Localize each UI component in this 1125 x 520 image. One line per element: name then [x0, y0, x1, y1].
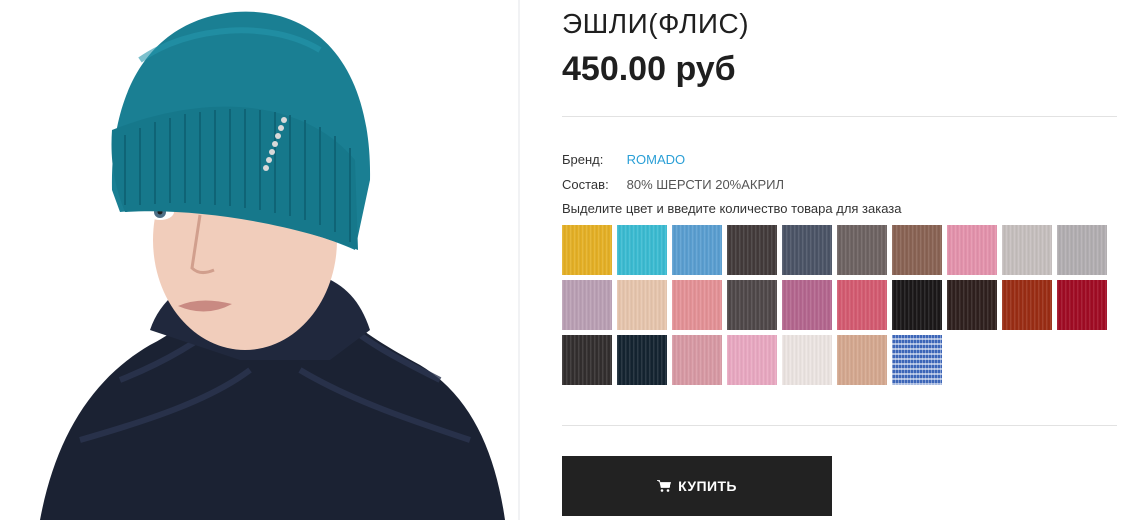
composition-value: 80% ШЕРСТИ 20%АКРИЛ: [626, 177, 785, 192]
color-swatch[interactable]: [837, 335, 887, 385]
buy-button[interactable]: КУПИТЬ: [562, 456, 832, 516]
brand-label: Бренд:: [562, 152, 604, 167]
product-photo[interactable]: [0, 0, 518, 520]
color-swatch[interactable]: [727, 280, 777, 330]
color-swatch[interactable]: [837, 280, 887, 330]
cart-icon: [657, 480, 672, 492]
product-photo-illustration: [40, 11, 505, 520]
color-swatch[interactable]: [782, 225, 832, 275]
color-swatch[interactable]: [617, 225, 667, 275]
color-swatch[interactable]: [782, 335, 832, 385]
color-swatch[interactable]: [892, 335, 942, 385]
color-swatch[interactable]: [562, 225, 612, 275]
composition-label: Состав:: [562, 177, 609, 192]
color-swatch[interactable]: [727, 225, 777, 275]
photo-divider: [518, 0, 520, 520]
color-selection-hint: Выделите цвет и введите количество товар…: [562, 201, 902, 216]
color-swatch[interactable]: [672, 335, 722, 385]
color-swatch[interactable]: [562, 280, 612, 330]
color-swatch[interactable]: [672, 280, 722, 330]
color-swatch[interactable]: [1002, 225, 1052, 275]
brand-row: Бренд: ROMADO: [562, 152, 685, 167]
color-swatch[interactable]: [562, 335, 612, 385]
product-title: ЭШЛИ(ФЛИС): [562, 8, 750, 39]
color-swatch[interactable]: [672, 225, 722, 275]
product-price: 450.00 руб: [562, 50, 736, 88]
brand-link[interactable]: ROMADO: [627, 152, 686, 167]
color-swatch[interactable]: [1002, 280, 1052, 330]
color-swatch[interactable]: [892, 280, 942, 330]
divider-top: [562, 116, 1117, 117]
divider-bottom: [562, 425, 1117, 426]
color-swatch[interactable]: [837, 225, 887, 275]
color-swatch[interactable]: [947, 225, 997, 275]
product-page: ЭШЛИ(ФЛИС) 450.00 руб Бренд: ROMADO Сост…: [0, 0, 1125, 520]
color-swatch[interactable]: [892, 225, 942, 275]
color-swatch[interactable]: [727, 335, 777, 385]
color-swatch[interactable]: [782, 280, 832, 330]
color-swatch[interactable]: [1057, 280, 1107, 330]
color-swatch[interactable]: [1057, 225, 1107, 275]
buy-button-label: КУПИТЬ: [678, 478, 737, 494]
color-swatch[interactable]: [617, 280, 667, 330]
color-swatch[interactable]: [947, 280, 997, 330]
color-swatch[interactable]: [617, 335, 667, 385]
composition-row: Состав: 80% ШЕРСТИ 20%АКРИЛ: [562, 177, 784, 192]
